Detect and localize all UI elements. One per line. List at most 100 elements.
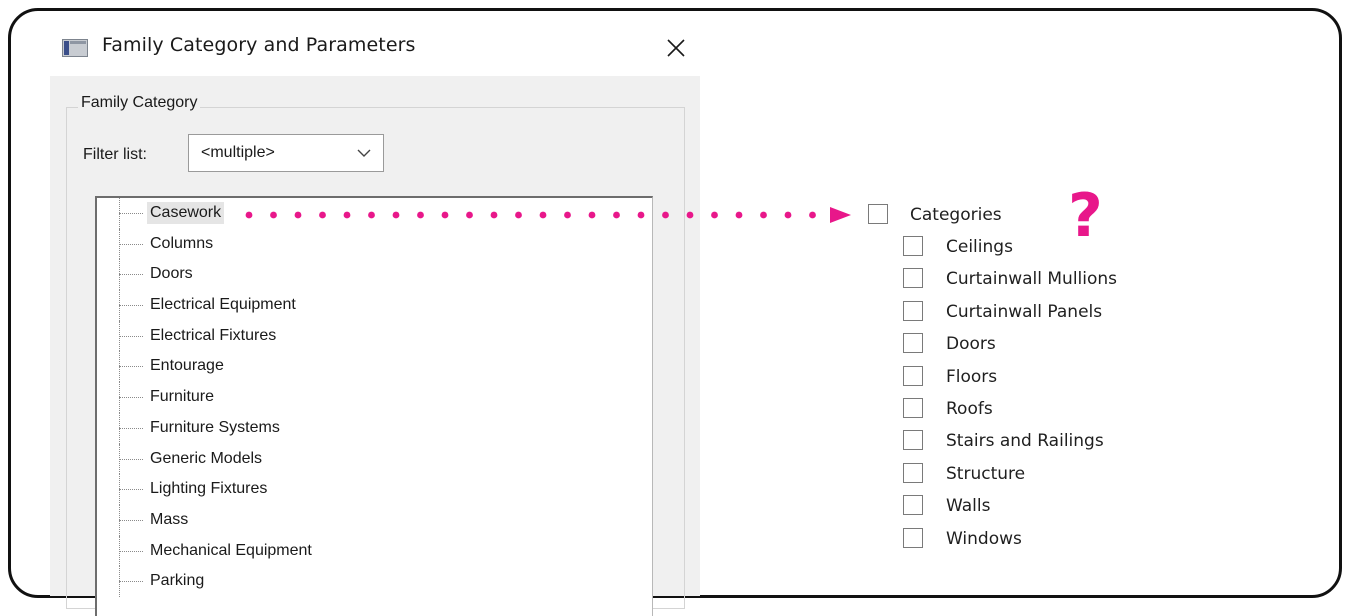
category-checkbox[interactable] (903, 495, 923, 516)
category-checkbox[interactable] (903, 527, 923, 548)
categories-checkbox[interactable] (868, 204, 888, 224)
tree-item[interactable]: Columns (97, 228, 652, 260)
arrow-dot (490, 211, 498, 219)
tree-item-label: Electrical Fixtures (150, 326, 277, 344)
category-item[interactable]: Walls (903, 495, 1223, 527)
category-item[interactable]: Curtainwall Mullions (903, 268, 1223, 300)
tree-list: Casework Columns Doors Electrical Equipment… (97, 198, 652, 597)
tree-item[interactable]: Entourage (97, 351, 652, 383)
category-item[interactable]: Roofs (903, 397, 1223, 430)
category-label: Floors (946, 366, 998, 387)
category-item[interactable]: Ceilings (903, 236, 1223, 268)
category-label: Stairs and Railings (946, 431, 1104, 452)
tree-connector (119, 274, 143, 276)
arrow-dot (515, 211, 522, 219)
tree-item-label: Electrical Equipment (150, 296, 296, 314)
arrow-dot (245, 211, 253, 219)
tree-connector (119, 489, 143, 491)
category-checkbox[interactable] (903, 462, 923, 483)
arrow-dot (539, 211, 547, 219)
tree-connector (119, 550, 143, 552)
arrow-dot (637, 211, 645, 219)
tree-item[interactable]: Furniture (97, 382, 652, 413)
categories-header-label: Categories (910, 205, 1002, 225)
category-checkbox[interactable] (903, 397, 923, 418)
tree-connector (119, 243, 143, 245)
arrow-dot (417, 211, 424, 219)
tree-connector (119, 305, 143, 307)
category-item[interactable]: Doors (903, 333, 1223, 365)
arrow-dot (613, 211, 620, 219)
category-label: Curtainwall Mullions (946, 269, 1118, 290)
tree-item[interactable]: Generic Models (97, 443, 652, 475)
tree-item-label: Furniture Systems (150, 418, 280, 436)
dialog-body: Family Category Filter list: <multiple> … (50, 76, 700, 616)
arrow-right-icon (245, 207, 851, 223)
tree-item[interactable]: Electrical Equipment (97, 290, 652, 321)
category-label: Windows (946, 528, 1022, 549)
category-tree[interactable]: Casework Columns Doors Electrical Equipment… (95, 196, 653, 616)
tree-item[interactable]: Mass (97, 504, 652, 536)
tree-connector (119, 581, 143, 583)
tree-item-label: Entourage (150, 357, 224, 375)
tree-item-label: Casework (147, 202, 225, 224)
category-checkbox[interactable] (903, 300, 923, 321)
arrow-dot (711, 211, 718, 219)
arrow-dot (735, 211, 743, 219)
arrow-dot (392, 211, 400, 219)
dialog-title: Family Category and Parameters (102, 34, 416, 56)
tree-connector (119, 213, 143, 214)
tree-item[interactable]: Doors (97, 259, 652, 291)
arrow-dot (809, 211, 816, 219)
tree-item[interactable]: Parking (97, 566, 652, 597)
category-label: Structure (946, 463, 1026, 484)
tree-connector (119, 427, 143, 429)
category-checkbox[interactable] (903, 268, 923, 289)
tree-item[interactable]: Lighting Fixtures (97, 474, 652, 505)
tree-item-label: Mechanical Equipment (150, 541, 312, 559)
category-item[interactable]: Curtainwall Panels (903, 300, 1223, 333)
category-item[interactable]: Floors (903, 365, 1223, 398)
tree-item-label: Mass (150, 510, 189, 528)
arrow-dot (343, 211, 351, 219)
category-label: Curtainwall Panels (946, 301, 1103, 322)
category-label: Doors (946, 334, 996, 355)
filter-dropdown[interactable]: <multiple> (188, 134, 384, 172)
category-item[interactable]: Windows (903, 527, 1223, 560)
category-checkbox[interactable] (903, 333, 923, 354)
tree-item-label: Furniture (150, 388, 215, 406)
filter-value: <multiple> (201, 144, 275, 161)
category-checkbox[interactable] (903, 236, 923, 256)
tree-connector (119, 458, 143, 460)
group-title: Family Category (78, 94, 201, 112)
revit-app-icon (62, 39, 88, 57)
close-button[interactable] (660, 32, 692, 64)
tree-connector (119, 366, 143, 368)
tree-connector (119, 519, 143, 521)
filter-label: Filter list: (83, 146, 147, 163)
arrow-dot (294, 211, 302, 219)
tree-item[interactable]: Electrical Fixtures (97, 320, 652, 352)
close-icon (667, 39, 685, 57)
tree-item[interactable]: Mechanical Equipment (97, 535, 652, 567)
arrow-dot (686, 211, 694, 219)
tree-item[interactable]: Furniture Systems (97, 412, 652, 444)
arrow-dot (319, 211, 326, 219)
arrow-dot (270, 211, 277, 219)
chevron-down-icon (357, 149, 371, 157)
category-label: Ceilings (946, 237, 1013, 257)
tree-item-label: Parking (150, 572, 205, 590)
category-label: Roofs (946, 398, 993, 419)
tree-item-label: Doors (150, 265, 193, 283)
arrow-dot (368, 211, 375, 219)
category-checkbox[interactable] (903, 430, 923, 451)
category-item[interactable]: Stairs and Railings (903, 430, 1223, 462)
tree-connector (119, 335, 143, 337)
dialog-titlebar: Family Category and Parameters (60, 30, 700, 74)
tree-item-label: Generic Models (150, 449, 263, 467)
category-item[interactable]: Structure (903, 462, 1223, 495)
category-checkbox[interactable] (903, 365, 923, 386)
arrow-dot (441, 211, 449, 219)
arrow-dot (760, 211, 767, 219)
arrow-dot (564, 211, 571, 219)
